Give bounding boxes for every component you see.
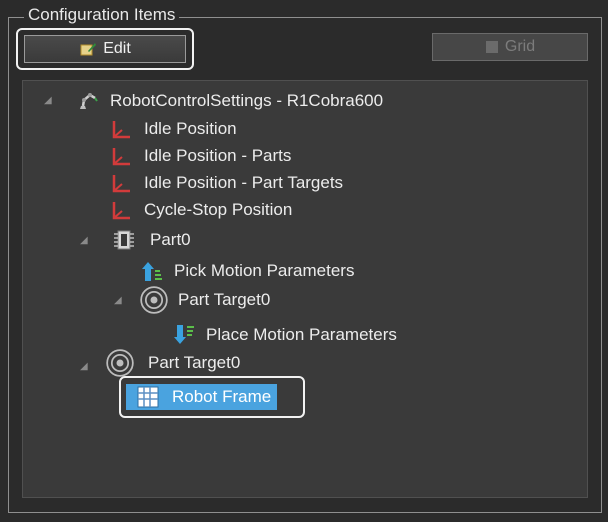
configuration-tree[interactable] <box>22 80 588 498</box>
tree-item-label: Robot Frame <box>172 387 272 406</box>
part-chip-icon <box>114 230 134 250</box>
target-icon <box>140 286 168 314</box>
position-axis-icon <box>112 148 130 166</box>
tree-item-label: Part Target0 <box>148 353 241 372</box>
tree-item-part-target-child[interactable]: Part Target0 <box>140 286 271 314</box>
position-axis-icon <box>112 121 130 139</box>
collapse-arrow-icon[interactable]: ◢ <box>44 96 54 106</box>
tree-item-robot-control-settings[interactable]: RobotControlSettings - R1Cobra600 <box>76 88 383 114</box>
grid-icon <box>485 41 498 53</box>
frame-grid-icon <box>137 386 159 408</box>
tree-item-robot-frame[interactable]: Robot Frame <box>126 384 278 410</box>
target-icon <box>106 349 134 377</box>
edit-button[interactable]: Edit <box>24 35 186 63</box>
collapse-arrow-icon[interactable]: ◢ <box>80 362 90 372</box>
tree-item-place-motion-parameters[interactable]: Place Motion Parameters <box>172 322 397 348</box>
tree-item-idle-position-parts[interactable]: Idle Position - Parts <box>110 143 291 169</box>
collapse-arrow-icon[interactable]: ◢ <box>80 236 90 246</box>
tree-item-cycle-stop-position[interactable]: Cycle-Stop Position <box>110 197 292 223</box>
configuration-items-panel: Configuration Items Edit Grid ◢ RobotCon… <box>0 0 608 522</box>
tree-item-label: Cycle-Stop Position <box>144 200 293 219</box>
tree-item-label: Place Motion Parameters <box>206 325 397 344</box>
tree-item-label: Idle Position <box>144 119 237 138</box>
tree-item-idle-position-part-targets[interactable]: Idle Position - Part Targets <box>110 170 343 196</box>
grid-button[interactable]: Grid <box>432 33 588 61</box>
tree-item-pick-motion-parameters[interactable]: Pick Motion Parameters <box>140 258 354 284</box>
tree-item-label: Part0 <box>150 230 191 249</box>
robot-arm-icon <box>80 93 98 109</box>
position-axis-icon <box>112 202 130 220</box>
edit-button-label: Edit <box>103 40 131 57</box>
tree-item-label: RobotControlSettings - R1Cobra600 <box>110 91 384 110</box>
pick-motion-icon <box>142 262 162 281</box>
tree-item-idle-position[interactable]: Idle Position <box>110 116 237 142</box>
edit-icon <box>80 43 97 56</box>
grid-button-label: Grid <box>504 38 536 55</box>
position-axis-icon <box>112 175 130 193</box>
group-title: Configuration Items <box>24 3 180 27</box>
tree-item-label: Idle Position - Parts <box>144 146 292 165</box>
tree-item-part-target0[interactable]: Part Target0 <box>106 349 241 377</box>
tree-item-label: Part Target0 <box>178 290 271 309</box>
tree-item-part0[interactable]: Part0 <box>112 227 191 253</box>
place-motion-icon <box>174 325 194 344</box>
tree-item-label: Idle Position - Part Targets <box>144 173 344 192</box>
tree-item-label: Pick Motion Parameters <box>174 261 355 280</box>
collapse-arrow-icon[interactable]: ◢ <box>114 296 124 306</box>
